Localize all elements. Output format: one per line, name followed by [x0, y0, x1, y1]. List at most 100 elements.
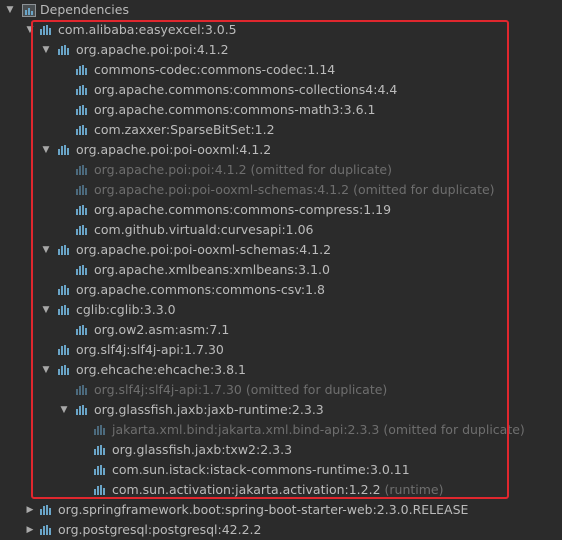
artifact-coordinate: org.apache.poi:poi-ooxml-schemas:4.1.2 — [94, 182, 350, 197]
chevron-down-icon[interactable]: ▼ — [40, 140, 52, 160]
tree-root-dependencies[interactable]: ▼ Dependencies — [0, 0, 562, 20]
tree-node[interactable]: org.apache.commons:commons-compress:1.19 — [0, 200, 562, 220]
artifact-coordinate: org.apache.xmlbeans:xmlbeans:3.1.0 — [94, 262, 330, 277]
tree-node-label: org.apache.poi:poi-ooxml-schemas:4.1.2 — [76, 240, 331, 260]
tree-node[interactable]: org.slf4j:slf4j-api:1.7.30 — [0, 340, 562, 360]
tree-node[interactable]: org.apache.commons:commons-collections4:… — [0, 80, 562, 100]
library-icon — [58, 285, 72, 295]
tree-node-label: com.sun.activation:jakarta.activation:1.… — [112, 480, 443, 500]
tree-node-label: org.apache.commons:commons-collections4:… — [94, 80, 397, 100]
tree-node-label: com.alibaba:easyexcel:3.0.5 — [58, 20, 237, 40]
tree-node[interactable]: org.apache.commons:commons-csv:1.8 — [0, 280, 562, 300]
artifact-coordinate: com.sun.istack:istack-commons-runtime:3.… — [112, 462, 410, 477]
tree-node[interactable]: org.apache.commons:commons-math3:3.6.1 — [0, 100, 562, 120]
tree-node-label: jakarta.xml.bind:jakarta.xml.bind-api:2.… — [112, 420, 525, 440]
chevron-down-icon[interactable]: ▼ — [40, 300, 52, 320]
library-icon — [76, 405, 90, 415]
chevron-down-icon[interactable]: ▼ — [40, 240, 52, 260]
library-icon — [76, 105, 90, 115]
tree-node[interactable]: org.apache.poi:poi-ooxml-schemas:4.1.2 (… — [0, 180, 562, 200]
chevron-right-icon[interactable]: ▶ — [24, 500, 36, 520]
artifact-coordinate: org.apache.commons:commons-math3:3.6.1 — [94, 102, 376, 117]
tree-node[interactable]: ▼ org.glassfish.jaxb:jaxb-runtime:2.3.3 — [0, 400, 562, 420]
artifact-coordinate: jakarta.xml.bind:jakarta.xml.bind-api:2.… — [112, 422, 380, 437]
tree-node[interactable]: org.glassfish.jaxb:txw2:2.3.3 — [0, 440, 562, 460]
tree-node-label: org.slf4j:slf4j-api:1.7.30 (omitted for … — [94, 380, 387, 400]
tree-node[interactable]: commons-codec:commons-codec:1.14 — [0, 60, 562, 80]
library-icon — [76, 65, 90, 75]
tree-node-label: org.slf4j:slf4j-api:1.7.30 — [76, 340, 224, 360]
tree-node-label: cglib:cglib:3.3.0 — [76, 300, 176, 320]
library-icon — [58, 145, 72, 155]
library-icon — [76, 385, 90, 395]
library-icon — [76, 205, 90, 215]
library-icon — [76, 125, 90, 135]
tree-node-label: org.apache.commons:commons-compress:1.19 — [94, 200, 391, 220]
chevron-down-icon[interactable]: ▼ — [24, 20, 36, 40]
tree-node[interactable]: ▶ org.postgresql:postgresql:42.2.2 — [0, 520, 562, 540]
library-icon — [58, 245, 72, 255]
dependency-note: (omitted for duplicate) — [241, 382, 388, 397]
tree-node[interactable]: com.zaxxer:SparseBitSet:1.2 — [0, 120, 562, 140]
artifact-coordinate: com.alibaba:easyexcel:3.0.5 — [58, 22, 237, 37]
library-icon — [58, 345, 72, 355]
tree-node-label: com.github.virtuald:curvesapi:1.06 — [94, 220, 314, 240]
tree-node[interactable]: ▼ org.apache.poi:poi-ooxml:4.1.2 — [0, 140, 562, 160]
tree-node[interactable]: com.sun.istack:istack-commons-runtime:3.… — [0, 460, 562, 480]
library-icon — [94, 425, 108, 435]
chevron-down-icon[interactable]: ▼ — [40, 40, 52, 60]
tree-node[interactable]: ▼ com.alibaba:easyexcel:3.0.5 — [0, 20, 562, 40]
artifact-coordinate: org.slf4j:slf4j-api:1.7.30 — [76, 342, 224, 357]
folder-icon — [22, 3, 36, 17]
artifact-coordinate: org.apache.poi:poi:4.1.2 — [94, 162, 247, 177]
artifact-coordinate: org.apache.poi:poi-ooxml:4.1.2 — [76, 142, 272, 157]
tree-node-label: org.apache.commons:commons-math3:3.6.1 — [94, 100, 375, 120]
tree-node[interactable]: ▼ org.ehcache:ehcache:3.8.1 — [0, 360, 562, 380]
library-icon — [94, 485, 108, 495]
artifact-coordinate: org.apache.poi:poi-ooxml-schemas:4.1.2 — [76, 242, 332, 257]
library-icon — [76, 325, 90, 335]
tree-node[interactable]: org.apache.xmlbeans:xmlbeans:3.1.0 — [0, 260, 562, 280]
artifact-coordinate: org.apache.commons:commons-csv:1.8 — [76, 282, 326, 297]
chevron-down-icon[interactable]: ▼ — [58, 400, 70, 420]
tree-node-label: org.apache.poi:poi:4.1.2 (omitted for du… — [94, 160, 392, 180]
tree-node-label: com.sun.istack:istack-commons-runtime:3.… — [112, 460, 410, 480]
artifact-coordinate: org.ehcache:ehcache:3.8.1 — [76, 362, 246, 377]
artifact-coordinate: commons-codec:commons-codec:1.14 — [94, 62, 336, 77]
tree-node[interactable]: org.apache.poi:poi:4.1.2 (omitted for du… — [0, 160, 562, 180]
library-icon — [58, 305, 72, 315]
tree-node-label: commons-codec:commons-codec:1.14 — [94, 60, 335, 80]
tree-node[interactable]: ▼ cglib:cglib:3.3.0 — [0, 300, 562, 320]
tree-node-label: org.apache.commons:commons-csv:1.8 — [76, 280, 325, 300]
tree-node[interactable]: jakarta.xml.bind:jakarta.xml.bind-api:2.… — [0, 420, 562, 440]
tree-node-label: org.apache.poi:poi-ooxml-schemas:4.1.2 (… — [94, 180, 495, 200]
library-icon — [76, 85, 90, 95]
dependency-note: (omitted for duplicate) — [349, 182, 495, 197]
dependency-note: (omitted for duplicate) — [379, 422, 525, 437]
tree-node[interactable]: com.github.virtuald:curvesapi:1.06 — [0, 220, 562, 240]
chevron-down-icon[interactable]: ▼ — [4, 0, 16, 20]
tree-node[interactable]: ▶ org.springframework.boot:spring-boot-st… — [0, 500, 562, 520]
tree-node[interactable]: org.ow2.asm:asm:7.1 — [0, 320, 562, 340]
tree-node[interactable]: com.sun.activation:jakarta.activation:1.… — [0, 480, 562, 500]
tree-root-label: Dependencies — [40, 2, 129, 17]
library-icon — [40, 25, 54, 35]
chevron-down-icon[interactable]: ▼ — [40, 360, 52, 380]
library-icon — [58, 45, 72, 55]
artifact-coordinate: org.apache.poi:poi:4.1.2 — [76, 42, 229, 57]
tree-node-label: org.apache.xmlbeans:xmlbeans:3.1.0 — [94, 260, 330, 280]
artifact-coordinate: org.apache.commons:commons-collections4:… — [94, 82, 398, 97]
tree-node-label: com.zaxxer:SparseBitSet:1.2 — [94, 120, 275, 140]
tree-node[interactable]: org.slf4j:slf4j-api:1.7.30 (omitted for … — [0, 380, 562, 400]
library-icon — [76, 165, 90, 175]
tree-node-label: org.ehcache:ehcache:3.8.1 — [76, 360, 246, 380]
chevron-right-icon[interactable]: ▶ — [24, 520, 36, 540]
tree-node-label: org.ow2.asm:asm:7.1 — [94, 320, 229, 340]
library-icon — [40, 505, 54, 515]
library-icon — [76, 225, 90, 235]
library-icon — [94, 445, 108, 455]
library-icon — [76, 185, 90, 195]
tree-node[interactable]: ▼ org.apache.poi:poi:4.1.2 — [0, 40, 562, 60]
tree-node[interactable]: ▼ org.apache.poi:poi-ooxml-schemas:4.1.2 — [0, 240, 562, 260]
tree-node-label: org.apache.poi:poi:4.1.2 — [76, 40, 229, 60]
